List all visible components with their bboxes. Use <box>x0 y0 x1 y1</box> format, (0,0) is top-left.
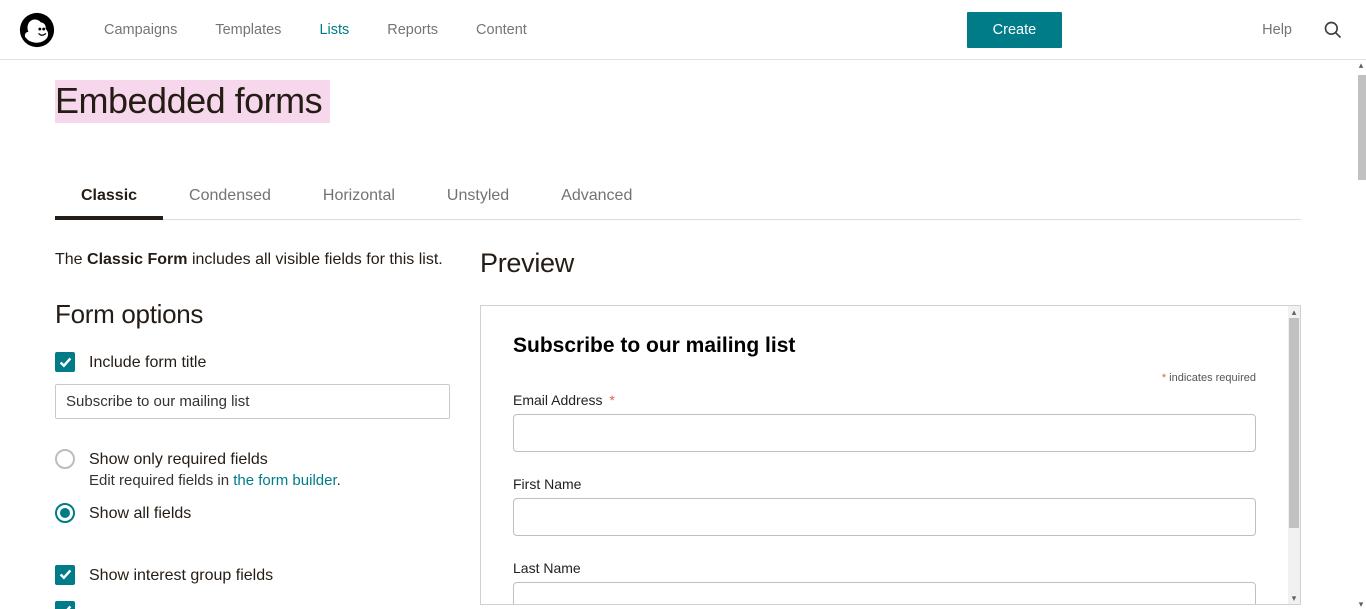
nav-lists[interactable]: Lists <box>301 14 367 46</box>
interest-groups-label: Show interest group fields <box>89 565 273 587</box>
mailchimp-logo[interactable] <box>18 11 62 49</box>
form-tabs: Classic Condensed Horizontal Unstyled Ad… <box>55 177 1301 220</box>
preview-firstname-label: First Name <box>513 476 1256 492</box>
preview-email-label: Email Address * <box>513 392 1256 408</box>
only-required-label: Show only required fields <box>89 449 341 471</box>
preview-heading: Preview <box>480 248 1301 279</box>
create-button[interactable]: Create <box>967 12 1063 48</box>
main-nav-items: Campaigns Templates Lists Reports Conten… <box>86 14 545 46</box>
form-builder-link[interactable]: the form builder <box>233 472 336 489</box>
page-title: Embedded forms <box>55 80 330 123</box>
all-fields-row: Show all fields <box>55 503 450 525</box>
cutoff-row <box>55 601 450 609</box>
scroll-up-icon: ▴ <box>1356 60 1366 70</box>
top-nav: Campaigns Templates Lists Reports Conten… <box>0 0 1366 60</box>
scroll-down-icon: ▾ <box>1356 599 1366 609</box>
options-column: The Classic Form includes all visible fi… <box>55 248 450 609</box>
tab-classic[interactable]: Classic <box>55 177 163 219</box>
preview-scrollbar[interactable]: ▴ ▾ <box>1288 306 1300 604</box>
nav-reports[interactable]: Reports <box>369 14 456 46</box>
content: Embedded forms Classic Condensed Horizon… <box>0 60 1356 609</box>
tab-condensed[interactable]: Condensed <box>163 177 297 219</box>
intro-suffix: includes all visible fields for this lis… <box>188 251 443 268</box>
preview-canvas: Subscribe to our mailing list * indicate… <box>481 306 1288 604</box>
all-fields-label: Show all fields <box>89 503 191 525</box>
check-icon <box>59 604 72 609</box>
preview-firstname-input[interactable] <box>513 498 1256 536</box>
page-scrollbar[interactable]: ▴ ▾ <box>1356 60 1366 609</box>
only-required-sub: Edit required fields in the form builder… <box>89 472 341 489</box>
intro-prefix: The <box>55 251 87 268</box>
preview-required-note: * indicates required <box>513 372 1256 384</box>
help-link[interactable]: Help <box>1262 22 1292 38</box>
scrollbar-thumb[interactable] <box>1358 75 1366 180</box>
scroll-up-icon: ▴ <box>1288 306 1300 318</box>
only-required-row: Show only required fields Edit required … <box>55 449 450 490</box>
form-options-heading: Form options <box>55 299 450 330</box>
preview-frame: Subscribe to our mailing list * indicate… <box>480 305 1301 605</box>
mailchimp-icon <box>18 11 56 49</box>
asterisk-icon: * <box>609 392 614 408</box>
search-button[interactable] <box>1322 19 1344 41</box>
interest-groups-checkbox[interactable] <box>55 565 75 585</box>
form-title-input[interactable] <box>55 384 450 419</box>
preview-form-title: Subscribe to our mailing list <box>513 334 1256 358</box>
nav-campaigns[interactable]: Campaigns <box>86 14 195 46</box>
only-required-radio[interactable] <box>55 449 75 469</box>
cutoff-checkbox[interactable] <box>55 601 75 609</box>
preview-column: Preview Subscribe to our mailing list * … <box>480 248 1301 609</box>
scrollbar-track <box>1356 70 1366 599</box>
check-icon <box>59 356 72 369</box>
intro-bold: Classic Form <box>87 251 187 268</box>
nav-templates[interactable]: Templates <box>197 14 299 46</box>
intro-text: The Classic Form includes all visible fi… <box>55 248 450 273</box>
nav-content[interactable]: Content <box>458 14 545 46</box>
check-icon <box>59 568 72 581</box>
preview-lastname-input[interactable] <box>513 582 1256 604</box>
tab-advanced[interactable]: Advanced <box>535 177 658 219</box>
preview-email-input[interactable] <box>513 414 1256 452</box>
search-icon <box>1323 20 1343 40</box>
scroll-down-icon: ▾ <box>1288 592 1300 604</box>
include-form-title-label: Include form title <box>89 352 206 374</box>
all-fields-radio[interactable] <box>55 503 75 523</box>
preview-lastname-label: Last Name <box>513 560 1256 576</box>
preview-scrollbar-thumb[interactable] <box>1289 318 1299 528</box>
asterisk-icon: * <box>1162 372 1166 384</box>
include-form-title-row: Include form title <box>55 352 450 374</box>
tab-horizontal[interactable]: Horizontal <box>297 177 421 219</box>
tab-unstyled[interactable]: Unstyled <box>421 177 535 219</box>
interest-groups-row: Show interest group fields <box>55 565 450 587</box>
include-form-title-checkbox[interactable] <box>55 352 75 372</box>
